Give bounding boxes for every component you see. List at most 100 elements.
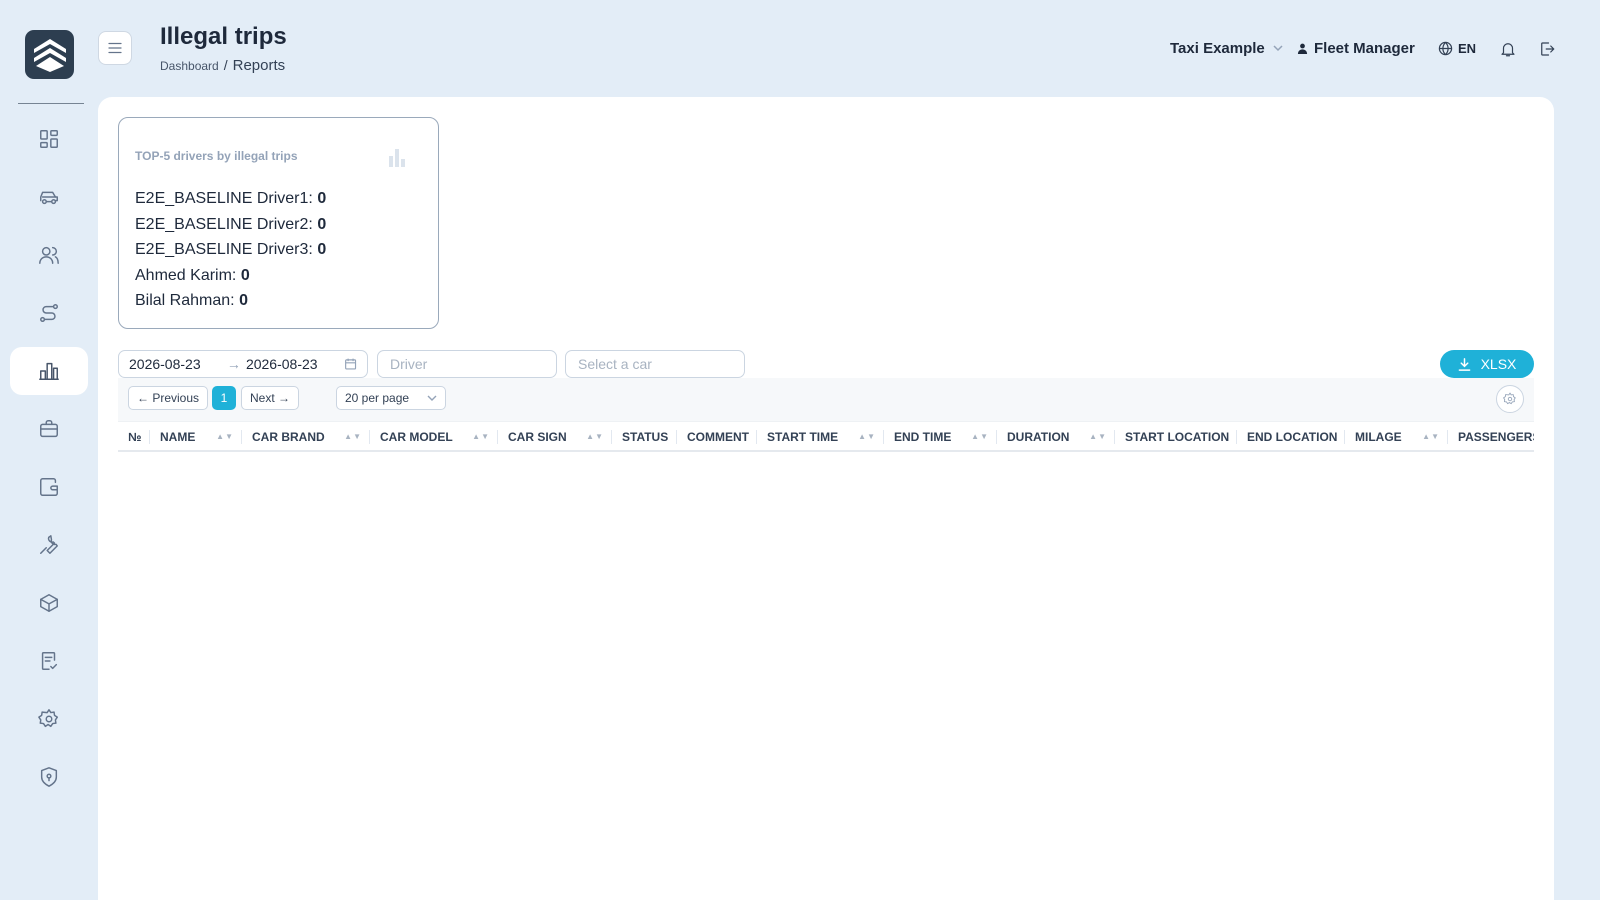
column-header-name[interactable]: NAME ▲▼ bbox=[150, 422, 242, 450]
table-settings-button[interactable] bbox=[1496, 385, 1524, 413]
sidebar-item-cars[interactable] bbox=[10, 173, 88, 221]
column-header-comment: COMMENT bbox=[677, 422, 757, 450]
download-icon bbox=[1458, 357, 1470, 371]
breadcrumb: Dashboard / Reports bbox=[160, 57, 285, 74]
sidebar-item-users[interactable] bbox=[10, 231, 88, 279]
breadcrumb-current: Reports bbox=[232, 57, 286, 74]
sidebar-item-business[interactable] bbox=[10, 405, 88, 453]
sidebar-item-maintenance[interactable] bbox=[10, 521, 88, 569]
notifications-button[interactable] bbox=[1498, 39, 1518, 59]
column-header-duration[interactable]: DURATION ▲▼ bbox=[997, 422, 1115, 450]
app-logo[interactable] bbox=[25, 30, 74, 79]
list-item: Ahmed Karim: 0 bbox=[135, 266, 250, 284]
sort-icon[interactable]: ▲▼ bbox=[1089, 432, 1107, 441]
column-header-car-model[interactable]: CAR MODEL ▲▼ bbox=[370, 422, 498, 450]
column-header-car-sign[interactable]: CAR SIGN ▲▼ bbox=[498, 422, 612, 450]
sidebar-item-wallet[interactable] bbox=[10, 463, 88, 511]
column-header-number: № bbox=[118, 422, 150, 450]
gear-icon bbox=[1503, 392, 1516, 405]
table-header: № NAME ▲▼ CAR BRAND ▲▼ CAR MODEL ▲▼ CAR SIG… bbox=[118, 421, 1534, 452]
chevron-down-icon bbox=[427, 395, 437, 401]
wallet-icon bbox=[40, 478, 58, 496]
date-range-picker[interactable]: 2026-08-23 → 2026-08-23 bbox=[118, 350, 368, 378]
list-item: E2E_BASELINE Driver1: 0 bbox=[135, 190, 327, 207]
driver-input[interactable] bbox=[378, 351, 556, 377]
checklist-icon bbox=[41, 652, 58, 670]
logout-icon bbox=[1541, 42, 1555, 56]
top5-drivers-card: TOP-5 drivers by illegal trips E2E_BASEL… bbox=[118, 117, 439, 329]
briefcase-icon bbox=[40, 420, 58, 438]
column-header-end-time[interactable]: END TIME ▲▼ bbox=[884, 422, 997, 450]
hamburger-icon bbox=[108, 42, 122, 54]
column-header-end-location: END LOCATION bbox=[1237, 422, 1345, 450]
reports-chart-icon bbox=[39, 362, 59, 380]
chevron-down-icon bbox=[1273, 45, 1283, 52]
sort-icon[interactable]: ▲▼ bbox=[344, 432, 362, 441]
user-menu[interactable]: Fleet Manager bbox=[1297, 38, 1415, 58]
per-page-select[interactable]: 20 per page bbox=[336, 386, 446, 410]
column-header-car-brand[interactable]: CAR BRAND ▲▼ bbox=[242, 422, 370, 450]
list-item: Bilal Rahman: 0 bbox=[135, 292, 248, 309]
company-selector[interactable]: Taxi Example bbox=[1170, 38, 1283, 58]
sidebar-item-routes[interactable] bbox=[10, 289, 88, 337]
content-panel: TOP-5 drivers by illegal trips E2E_BASEL… bbox=[98, 97, 1554, 900]
column-header-start-location: START LOCATION bbox=[1115, 422, 1237, 450]
export-xlsx-button[interactable]: XLSX bbox=[1440, 350, 1534, 378]
sidebar-item-settings[interactable] bbox=[10, 695, 88, 743]
driver-filter[interactable] bbox=[377, 350, 557, 378]
gear-icon bbox=[38, 709, 58, 728]
car-select-input[interactable] bbox=[566, 351, 744, 377]
breadcrumb-dashboard-link[interactable]: Dashboard bbox=[160, 59, 219, 73]
wrench-icon bbox=[40, 535, 58, 554]
sort-icon[interactable]: ▲▼ bbox=[472, 432, 490, 441]
sort-icon[interactable]: ▲▼ bbox=[216, 432, 234, 441]
bar-chart-icon bbox=[389, 149, 405, 167]
company-name: Taxi Example bbox=[1170, 39, 1265, 57]
per-page-value: 20 per page bbox=[345, 391, 410, 405]
column-header-status: STATUS bbox=[612, 422, 677, 450]
user-icon bbox=[1297, 43, 1308, 54]
sort-icon[interactable]: ▲▼ bbox=[858, 432, 876, 441]
sort-icon[interactable]: ▲▼ bbox=[971, 432, 989, 441]
date-range-arrow: → bbox=[226, 356, 241, 372]
page-1-button[interactable]: 1 bbox=[212, 386, 236, 410]
dashboard-icon bbox=[40, 130, 58, 148]
sidebar-divider bbox=[18, 103, 84, 104]
sidebar-item-dashboard[interactable] bbox=[10, 115, 88, 163]
bell-icon bbox=[1501, 43, 1515, 57]
users-icon bbox=[39, 246, 59, 264]
sidebar-item-security[interactable] bbox=[10, 753, 88, 801]
sidebar-item-reports[interactable] bbox=[10, 347, 88, 395]
calendar-icon bbox=[344, 358, 356, 370]
export-xlsx-label: XLSX bbox=[1480, 356, 1517, 372]
column-header-milage[interactable]: MILAGE ▲▼ bbox=[1345, 422, 1448, 450]
globe-icon bbox=[1438, 41, 1453, 55]
route-icon bbox=[40, 304, 58, 322]
logout-button[interactable] bbox=[1537, 39, 1557, 59]
page-title: Illegal trips bbox=[160, 23, 287, 50]
breadcrumb-separator: / bbox=[223, 57, 228, 73]
car-filter[interactable] bbox=[565, 350, 745, 378]
sort-icon[interactable]: ▲▼ bbox=[586, 432, 604, 441]
menu-toggle-button[interactable] bbox=[98, 31, 132, 65]
car-icon bbox=[40, 191, 58, 205]
language-code: EN bbox=[1458, 40, 1477, 56]
table-toolbar: ← Previous 1 Next → 20 per page bbox=[118, 378, 1534, 421]
logo-icon bbox=[33, 38, 66, 72]
sort-icon[interactable]: ▲▼ bbox=[1422, 432, 1440, 441]
shield-icon bbox=[40, 767, 58, 787]
top5-driver-list: E2E_BASELINE Driver1: 0 E2E_BASELINE Dri… bbox=[135, 186, 326, 314]
column-header-start-time[interactable]: START TIME ▲▼ bbox=[757, 422, 884, 450]
next-page-button[interactable]: Next → bbox=[241, 386, 299, 410]
date-to[interactable]: 2026-08-23 bbox=[246, 356, 344, 372]
column-header-passengers: PASSENGERS bbox=[1458, 429, 1534, 444]
date-from[interactable]: 2026-08-23 bbox=[129, 356, 227, 372]
sidebar-item-checklists[interactable] bbox=[10, 637, 88, 685]
sidebar-item-inventory[interactable] bbox=[10, 579, 88, 627]
previous-page-button[interactable]: ← Previous bbox=[128, 386, 208, 410]
list-item: E2E_BASELINE Driver3: 0 bbox=[135, 241, 327, 258]
top5-card-title: TOP-5 drivers by illegal trips bbox=[135, 149, 298, 163]
package-icon bbox=[40, 594, 58, 612]
language-selector[interactable]: EN bbox=[1438, 38, 1476, 58]
user-name: Fleet Manager bbox=[1314, 39, 1415, 57]
